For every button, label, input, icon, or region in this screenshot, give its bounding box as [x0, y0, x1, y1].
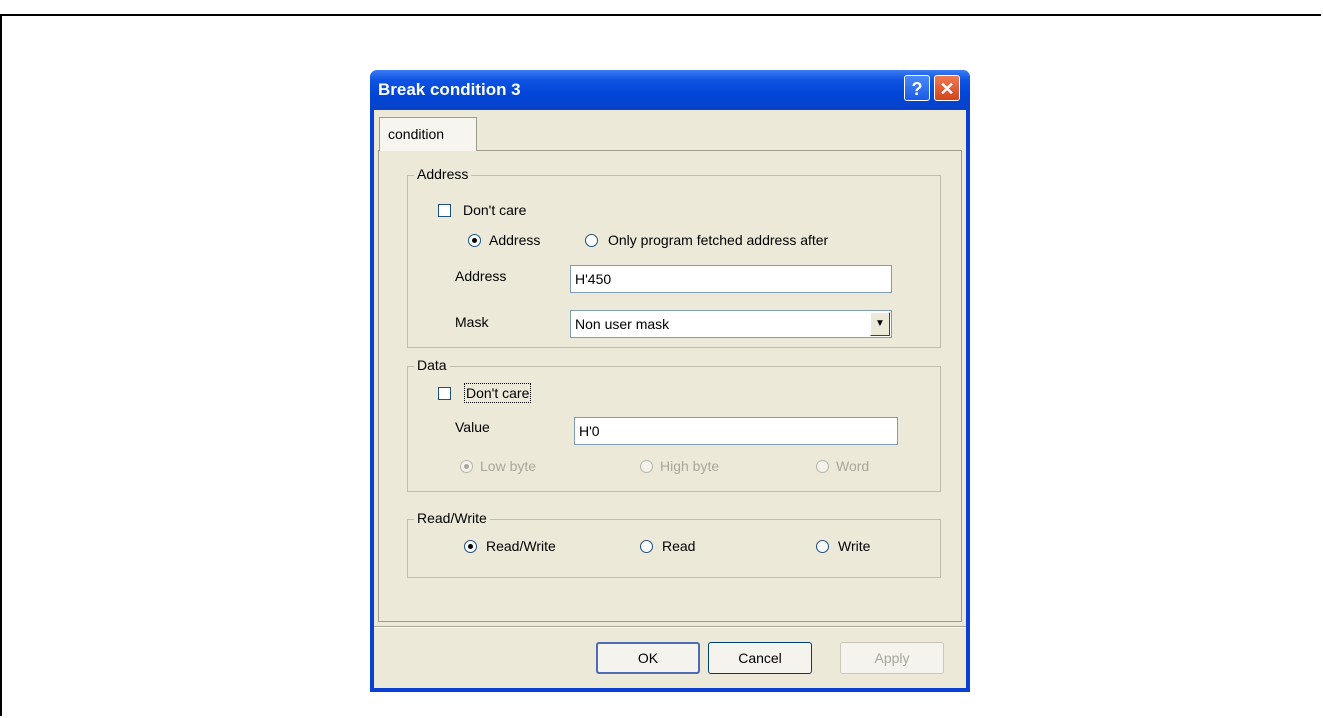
address-mode-radio[interactable]	[468, 234, 481, 247]
address-group: Address Don't care Address Only program …	[407, 166, 941, 348]
cancel-button[interactable]: Cancel	[708, 642, 812, 674]
read-write-radio[interactable]	[464, 540, 477, 553]
apply-button[interactable]: Apply	[840, 642, 944, 674]
data-group: Data Don't care Value H'0 Low byte High …	[407, 357, 941, 492]
condition-tab-panel: Address Don't care Address Only program …	[378, 150, 962, 622]
data-group-label: Data	[414, 357, 450, 373]
address-input[interactable]: H'450	[570, 265, 892, 293]
mask-select[interactable]: Non user mask ▼	[570, 310, 892, 338]
write-radio[interactable]	[816, 540, 829, 553]
close-button[interactable]: ✕	[934, 75, 960, 101]
chevron-down-icon[interactable]: ▼	[870, 312, 890, 336]
low-byte-label: Low byte	[480, 458, 537, 474]
read-write-group-label: Read/Write	[414, 510, 490, 526]
word-label: Word	[836, 458, 870, 474]
help-button[interactable]: ?	[904, 75, 930, 101]
address-dont-care-checkbox[interactable]	[438, 204, 451, 217]
read-write-label: Read/Write	[486, 538, 556, 554]
high-byte-label: High byte	[660, 458, 720, 474]
tab-condition[interactable]: condition	[379, 117, 477, 151]
mask-select-value: Non user mask	[575, 316, 670, 332]
dialog-client-area: condition Address Don't care Address Onl…	[374, 110, 966, 688]
value-field-label: Value	[455, 419, 490, 435]
data-dont-care-checkbox[interactable]	[438, 387, 451, 400]
address-dont-care-label: Don't care	[463, 202, 527, 218]
fetched-address-label: Only program fetched address after	[608, 232, 829, 248]
word-radio[interactable]	[816, 460, 829, 473]
read-write-group: Read/Write Read/Write Read Write	[407, 510, 941, 578]
write-label: Write	[838, 538, 871, 554]
low-byte-radio[interactable]	[460, 460, 473, 473]
read-radio[interactable]	[640, 540, 653, 553]
address-group-label: Address	[414, 166, 472, 182]
high-byte-radio[interactable]	[640, 460, 653, 473]
value-input[interactable]: H'0	[574, 417, 898, 445]
mask-field-label: Mask	[455, 314, 489, 330]
window-title: Break condition 3	[378, 80, 521, 99]
address-mode-label: Address	[489, 232, 541, 248]
data-dont-care-label: Don't care	[463, 383, 532, 403]
title-bar[interactable]: Break condition 3 ? ✕	[370, 70, 970, 110]
read-label: Read	[662, 538, 696, 554]
address-field-label: Address	[455, 268, 507, 284]
footer-separator	[374, 626, 966, 628]
break-condition-dialog: Break condition 3 ? ✕ condition Address …	[370, 70, 970, 692]
fetched-address-radio[interactable]	[585, 234, 598, 247]
ok-button[interactable]: OK	[596, 642, 700, 674]
